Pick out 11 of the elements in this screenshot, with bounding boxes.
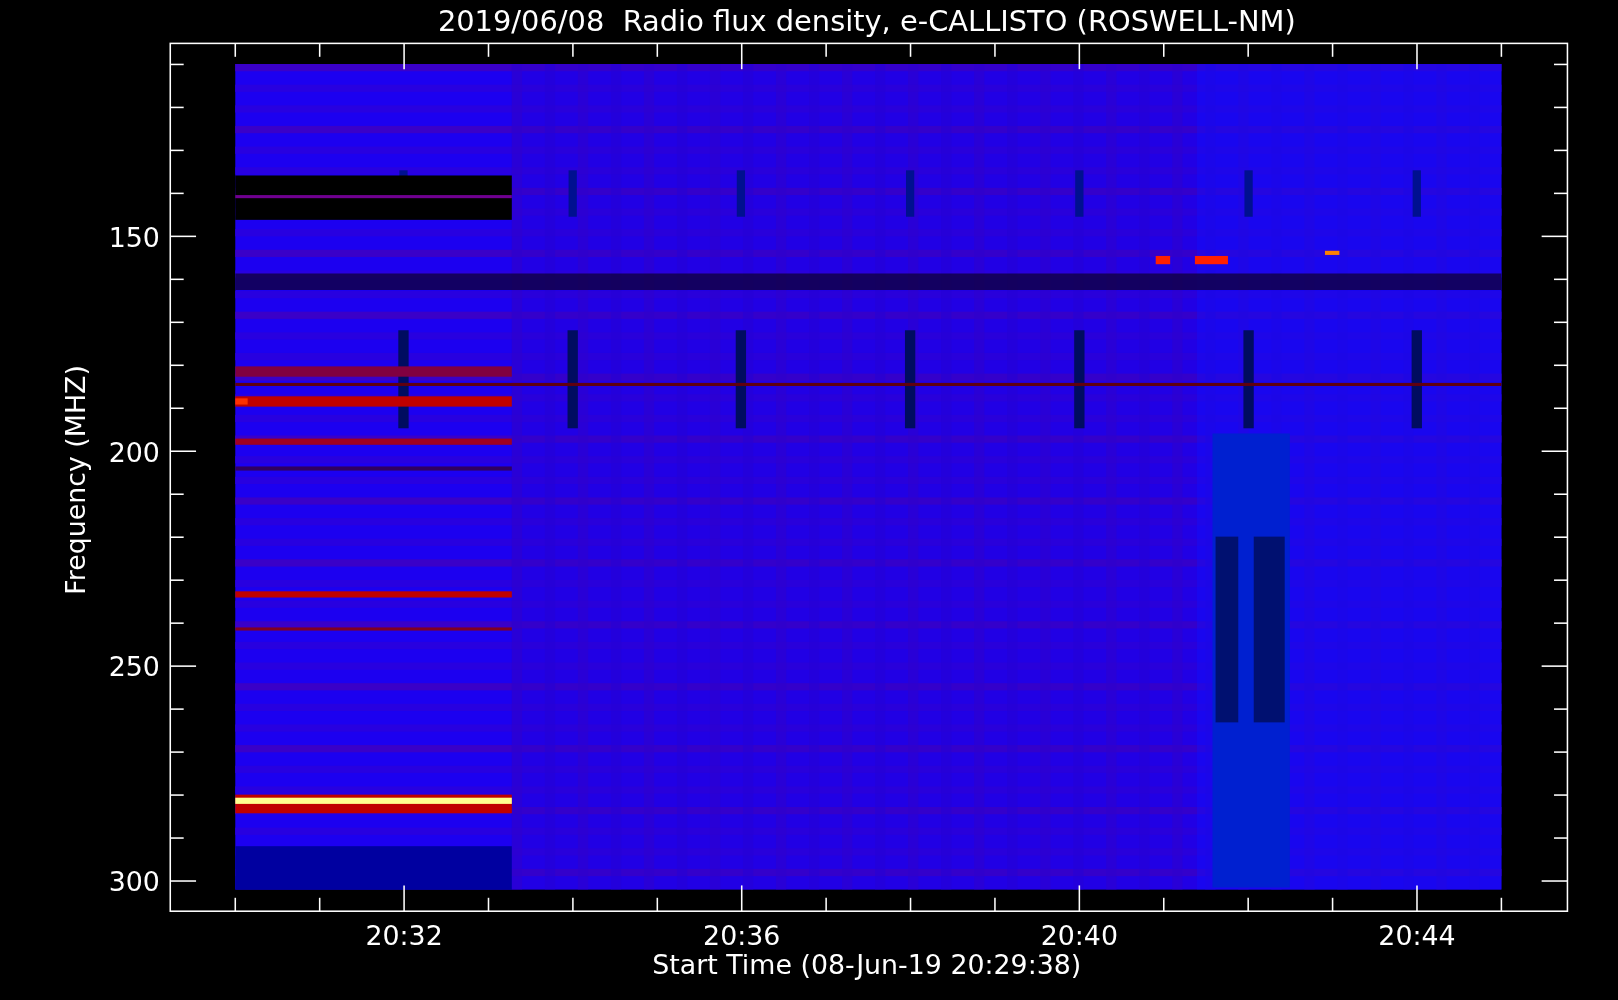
tick-label: 20:32 [365, 920, 443, 952]
tick-label: 20:40 [1040, 920, 1118, 952]
plot-title: 2019/06/08 Radio flux density, e-CALLISTO (ROSWELL-NM) [437, 4, 1296, 38]
axis-title: Start Time (08-Jun-19 20:29:38) [652, 949, 1082, 981]
tick-label: 20:44 [1378, 920, 1456, 952]
tick-label: 150 [108, 221, 160, 253]
tick-label: 300 [108, 866, 160, 898]
tick-label: 200 [108, 436, 160, 468]
tick-label: 20:36 [703, 920, 781, 952]
tick-label: 250 [108, 651, 160, 683]
axis-title: Frequency (MHZ) [59, 365, 91, 595]
